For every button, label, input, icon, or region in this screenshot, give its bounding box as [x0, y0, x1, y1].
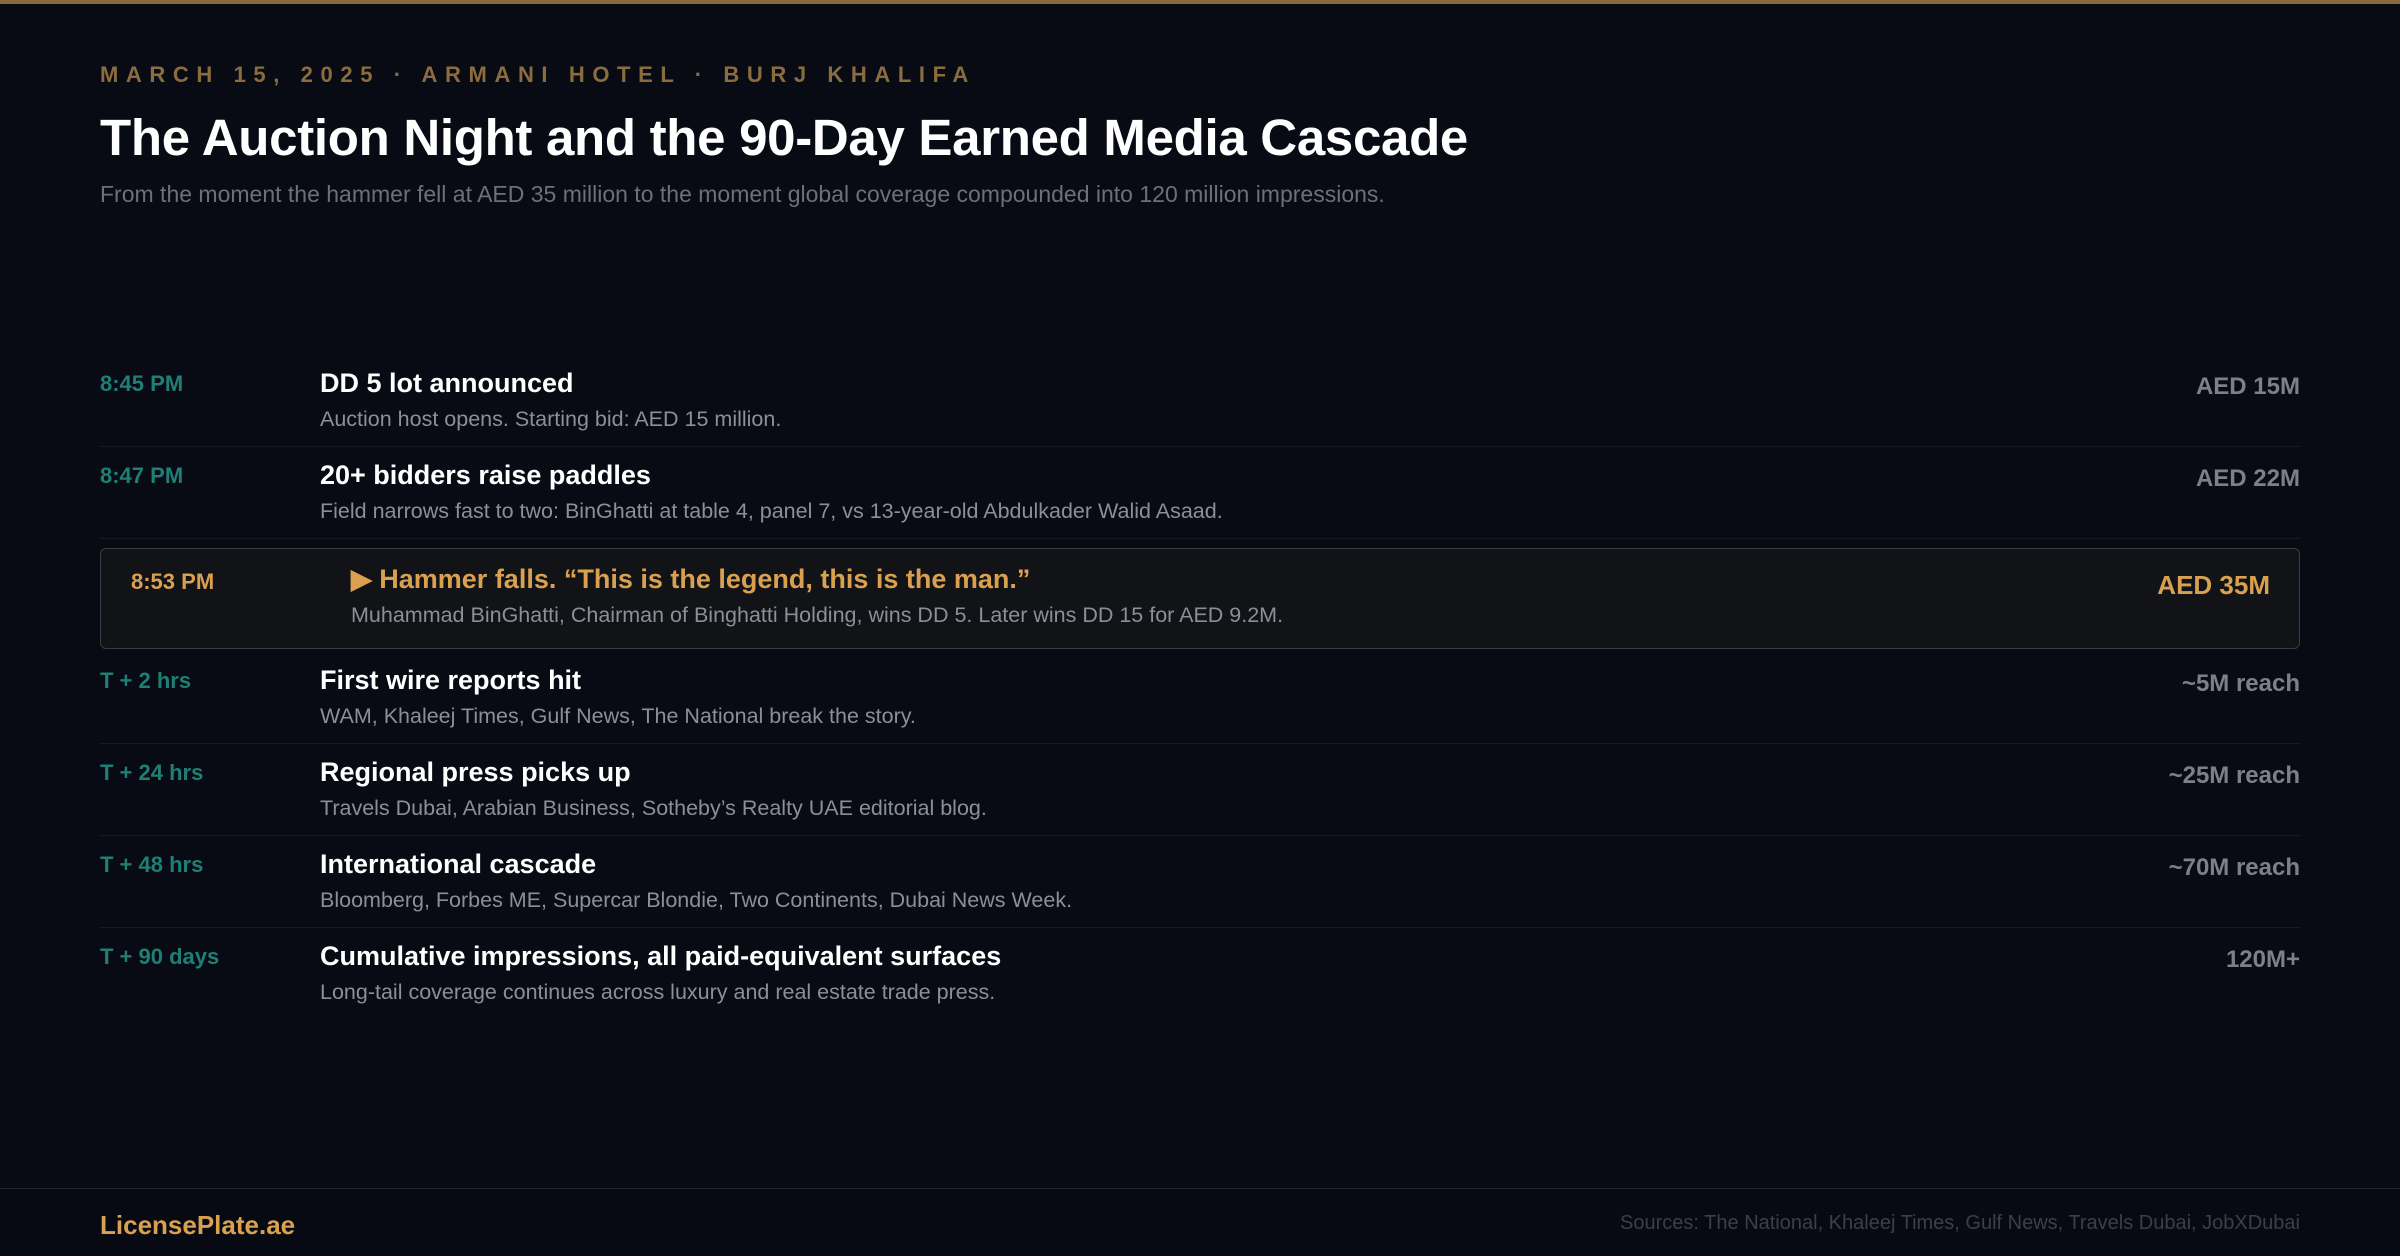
timeline: 8:45 PM DD 5 lot announced Auction host … — [100, 355, 2300, 1020]
timeline-content: Cumulative impressions, all paid-equival… — [320, 941, 1001, 1005]
page-subtitle: From the moment the hammer fell at AED 3… — [100, 181, 1385, 207]
page-title: The Auction Night and the 90-Day Earned … — [100, 109, 1468, 166]
timeline-time: T + 90 days — [100, 944, 220, 969]
timeline-event-description: Travels Dubai, Arabian Business, Sotheby… — [320, 796, 987, 820]
timeline-time: 8:53 PM — [131, 569, 215, 594]
timeline-metric: AED 35M — [2157, 570, 2270, 600]
timeline-content: Regional press picks up Travels Dubai, A… — [320, 757, 987, 821]
timeline-event-title: First wire reports hit — [320, 665, 582, 695]
timeline-event-title: DD 5 lot announced — [320, 368, 574, 398]
event-kicker: March 15, 2025 · Armani Hotel · Burj Kha… — [100, 62, 976, 87]
timeline-event-title: Regional press picks up — [320, 757, 631, 787]
timeline-content: First wire reports hit WAM, Khaleej Time… — [320, 665, 916, 729]
brand-logo-text: LicensePlate.ae — [100, 1210, 296, 1240]
timeline-event-description: Auction host opens. Starting bid: AED 15… — [320, 407, 782, 431]
timeline-row-highlight: 8:53 PM ▶ Hammer falls. “This is the leg… — [100, 548, 2300, 649]
page: March 15, 2025 · Armani Hotel · Burj Kha… — [0, 0, 2400, 1256]
timeline-metric: AED 15M — [2195, 373, 2300, 400]
timeline-event-title: 20+ bidders raise paddles — [320, 460, 651, 490]
timeline-metric: ~70M reach — [2168, 854, 2300, 881]
sources-note: Sources: The National, Khaleej Times, Gu… — [1620, 1212, 2300, 1234]
timeline-event-description: Field narrows fast to two: BinGhatti at … — [320, 499, 1223, 523]
timeline-metric: AED 22M — [2195, 465, 2300, 492]
timeline-event-description: Muhammad BinGhatti, Chairman of Binghatt… — [351, 603, 1284, 627]
timeline-time: 8:47 PM — [100, 463, 184, 488]
timeline-row: 8:45 PM DD 5 lot announced Auction host … — [100, 355, 2300, 447]
timeline-metric: ~25M reach — [2168, 762, 2300, 789]
timeline-content: International cascade Bloomberg, Forbes … — [320, 849, 1072, 913]
timeline-content: DD 5 lot announced Auction host opens. S… — [320, 368, 781, 432]
timeline-event-title: Cumulative impressions, all paid-equival… — [320, 941, 1002, 971]
timeline-event-description: WAM, Khaleej Times, Gulf News, The Natio… — [320, 704, 916, 728]
timeline-time: T + 48 hrs — [100, 852, 204, 877]
timeline-time: T + 24 hrs — [100, 760, 204, 785]
timeline-row: T + 24 hrs Regional press picks up Trave… — [100, 744, 2300, 836]
timeline-time: 8:45 PM — [100, 371, 184, 396]
timeline-row: 8:47 PM 20+ bidders raise paddles Field … — [100, 447, 2300, 539]
timeline-metric: 120M+ — [2225, 946, 2300, 973]
timeline-row: T + 90 days Cumulative impressions, all … — [100, 928, 2300, 1020]
timeline-time: T + 2 hrs — [100, 668, 192, 693]
footer: LicensePlate.ae Sources: The National, K… — [0, 1188, 2400, 1256]
timeline-event-title: International cascade — [320, 849, 597, 879]
timeline-content: 20+ bidders raise paddles Field narrows … — [320, 460, 1223, 524]
timeline-row: T + 48 hrs International cascade Bloombe… — [100, 836, 2300, 928]
top-accent-rule — [0, 0, 2400, 4]
timeline-row: T + 2 hrs First wire reports hit WAM, Kh… — [100, 652, 2300, 744]
timeline-metric: ~5M reach — [2181, 670, 2300, 697]
timeline-event-description: Bloomberg, Forbes ME, Supercar Blondie, … — [320, 888, 1073, 912]
timeline-content: ▶ Hammer falls. “This is the legend, thi… — [351, 564, 1283, 628]
header: March 15, 2025 · Armani Hotel · Burj Kha… — [100, 62, 2300, 208]
timeline-event-title: ▶ Hammer falls. “This is the legend, thi… — [351, 564, 1031, 594]
timeline-event-description: Long-tail coverage continues across luxu… — [320, 980, 996, 1004]
